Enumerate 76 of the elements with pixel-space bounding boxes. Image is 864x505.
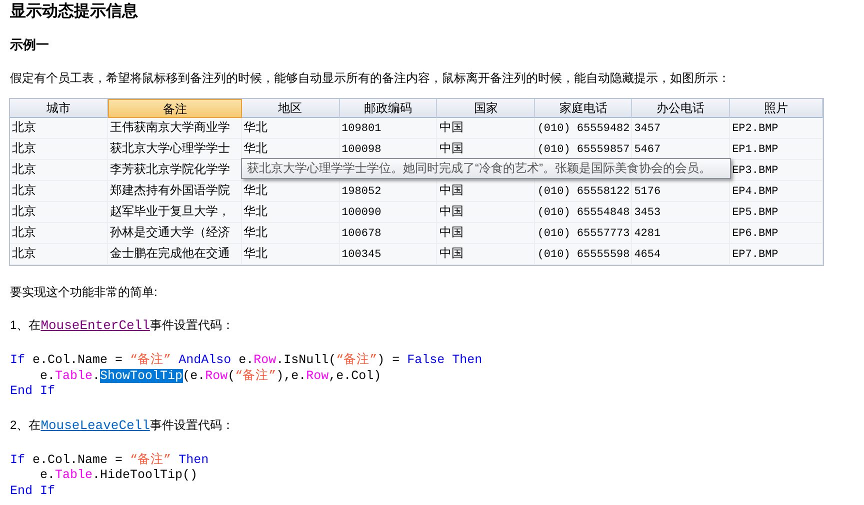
column-header[interactable]: 办公电话: [632, 99, 730, 118]
table-cell: 华北: [244, 246, 268, 260]
table-cell: 王伟获南京大学商业学: [110, 120, 230, 134]
step-label: 事件设置代码：: [150, 317, 234, 333]
table-cell: 4281: [634, 228, 661, 240]
table-cell: EP3.BMP: [732, 165, 778, 177]
table-cell: 华北: [244, 183, 268, 197]
table-cell: 赵军毕业于复旦大学，: [110, 204, 230, 218]
table-cell: EP4.BMP: [732, 186, 778, 198]
table-cell: 中国: [439, 141, 464, 155]
table-cell: (010) 65559857: [537, 144, 630, 156]
table-cell: 北京: [12, 183, 36, 197]
column-header[interactable]: 地区: [242, 99, 340, 118]
table-cell: 中国: [439, 120, 464, 134]
column-header[interactable]: 邮政编码: [340, 99, 438, 118]
table-cell: 100090: [342, 207, 382, 219]
page-title: 显示动态提示信息: [10, 2, 138, 22]
section-heading: 示例一: [10, 37, 49, 53]
event-link[interactable]: MouseLeaveCell: [40, 418, 150, 434]
table-cell: 中国: [439, 225, 464, 239]
table-cell: (010) 65554848: [537, 207, 630, 219]
table-cell: EP1.BMP: [732, 144, 778, 156]
column-header[interactable]: 备注: [108, 99, 242, 118]
table-cell: 孙林是交通大学（经济: [110, 225, 230, 239]
code-line: End If: [10, 384, 56, 400]
table-cell: 北京: [12, 162, 36, 176]
table-cell: 华北: [244, 225, 268, 239]
step-label: 1、在: [10, 317, 41, 333]
table-cell: 5467: [634, 144, 661, 156]
intro-paragraph: 假定有个员工表，希望将鼠标移到备注列的时候，能够自动显示所有的备注内容，鼠标离开备注列的时候，能自动隐藏提示，如图所示：: [10, 70, 730, 86]
tooltip: 获北京大学心理学学士学位。她同时完成了“冷食的艺术”。张颖是国际美食协会的会员。: [241, 158, 731, 179]
table-cell: 华北: [244, 120, 268, 134]
table-cell: EP5.BMP: [732, 207, 778, 219]
table-cell: 100098: [342, 144, 382, 156]
table-cell: 获北京大学心理学学士: [110, 141, 230, 155]
table-cell: 3453: [634, 207, 661, 219]
summary-text: 要实现这个功能非常的简单:: [10, 284, 158, 300]
table-cell: (010) 65558122: [537, 186, 630, 198]
column-header[interactable]: 城市: [10, 99, 108, 118]
table-cell: EP7.BMP: [732, 249, 778, 261]
table-cell: 北京: [12, 141, 36, 155]
table-cell: (010) 65559482: [537, 123, 630, 135]
event-link[interactable]: MouseEnterCell: [40, 318, 150, 334]
table-cell: 3457: [634, 123, 661, 135]
table-cell: 5176: [634, 186, 661, 198]
step-label: 2、在: [10, 416, 41, 432]
table-cell: 金士鹏在完成他在交通: [110, 246, 230, 260]
table-cell: 中国: [439, 204, 464, 218]
code-line: e.Table.ShowToolTip(e.Row(“备注”),e.Row,e.Col): [39, 368, 382, 384]
column-header[interactable]: 照片: [730, 99, 823, 118]
table-cell: 华北: [244, 204, 268, 218]
table-cell: EP2.BMP: [732, 123, 778, 135]
table-cell: 北京: [12, 225, 36, 239]
table-cell: (010) 65557773: [537, 228, 630, 240]
table-cell: 100345: [342, 249, 382, 261]
table-cell: 北京: [12, 204, 36, 218]
table-cell: 北京: [12, 246, 36, 260]
code-line: If e.Col.Name = “备注” AndAlso e.Row.IsNull(“备注”) = False Then: [10, 353, 482, 368]
table-cell: 109801: [342, 123, 382, 135]
table-cell: 郑建杰持有外国语学院: [110, 183, 230, 197]
code-line: If e.Col.Name = “备注” Then: [10, 452, 209, 468]
table-cell: 北京: [12, 120, 36, 134]
code-line: End If: [10, 484, 56, 499]
column-header[interactable]: 家庭电话: [535, 99, 632, 118]
table-cell: 李芳获北京学院化学学: [110, 162, 230, 176]
step-label: 事件设置代码：: [150, 416, 234, 432]
table-cell: (010) 65555598: [537, 249, 630, 261]
table-cell: 100678: [342, 228, 382, 240]
table-cell: 198052: [342, 186, 382, 198]
table-cell: EP6.BMP: [732, 228, 778, 240]
table-cell: 4654: [634, 249, 661, 261]
code-line: e.Table.HideToolTip(): [39, 468, 198, 484]
column-header[interactable]: 国家: [437, 99, 536, 118]
table-cell: 中国: [439, 183, 464, 197]
table-cell: 中国: [439, 246, 464, 260]
table-cell: 华北: [244, 141, 268, 155]
